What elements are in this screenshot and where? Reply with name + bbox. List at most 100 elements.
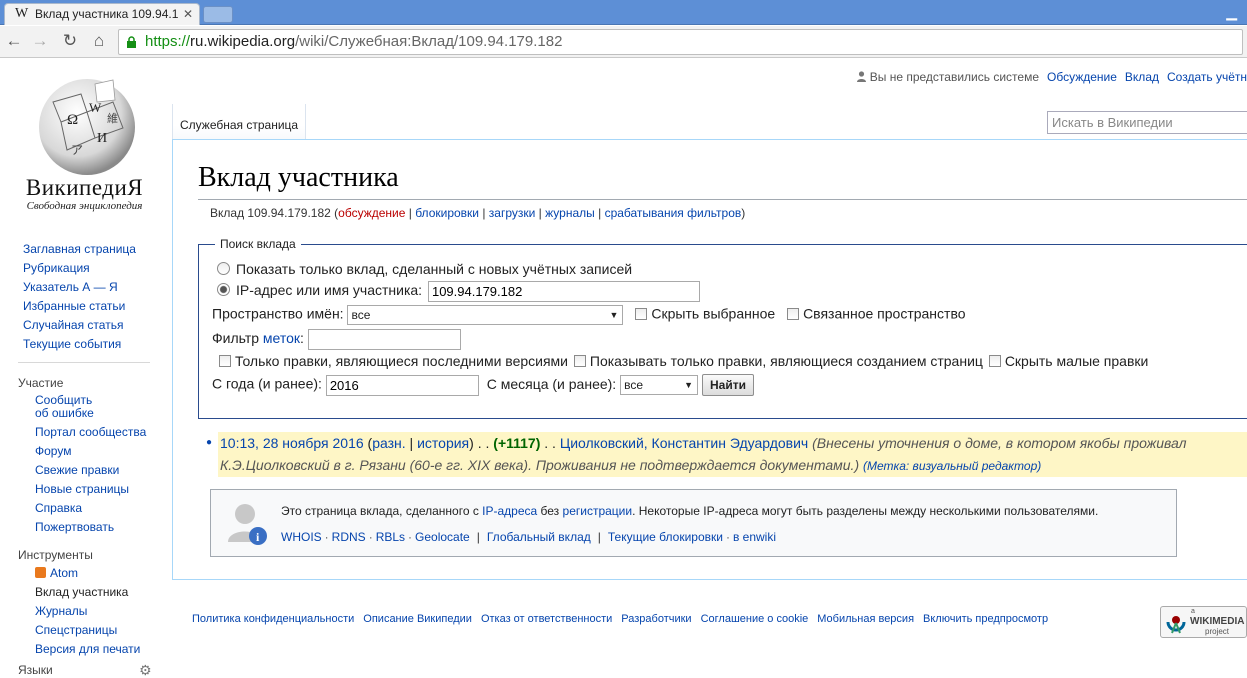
month-select[interactable]: все ▼: [620, 375, 699, 395]
only-new-pages-checkbox[interactable]: [573, 355, 586, 367]
ip-notice-part3: без: [537, 504, 563, 518]
footer-cookie-link[interactable]: Соглашение о cookie: [701, 613, 809, 625]
subtitle-uploads-link[interactable]: загрузки: [489, 206, 536, 220]
radio-ip[interactable]: [217, 283, 230, 297]
contribution-diff-link[interactable]: разн.: [372, 435, 405, 451]
sidebar-item-logs[interactable]: Журналы: [0, 602, 170, 621]
wikipedia-globe-logo[interactable]: Ω W И ア 維: [33, 72, 141, 177]
browser-toolbar: ← → ↻ ⌂ https://ru.wikipedia.org/wiki/Сл…: [0, 26, 1247, 58]
separator: ·: [725, 530, 730, 544]
subtitle-filter-link[interactable]: срабатывания фильтров: [605, 206, 742, 220]
sidebar-item-index[interactable]: Указатель А — Я: [0, 278, 170, 297]
content-area: Вклад участника Вклад 109.94.179.182 (об…: [172, 139, 1247, 580]
contribution-tag[interactable]: (Метка: визуальный редактор): [863, 459, 1041, 473]
anonymous-user-info-icon: i: [228, 504, 267, 545]
footer-privacy-link[interactable]: Политика конфиденциальности: [192, 613, 354, 625]
row-checkboxes: Только правки, являющиеся последними вер…: [217, 353, 1148, 369]
find-button[interactable]: Найти: [701, 374, 754, 396]
current-blocks-link[interactable]: Текущие блокировки: [608, 530, 723, 544]
contribution-article-link[interactable]: Циолковский, Константин Эдуардович: [560, 435, 808, 451]
radio-new-accounts[interactable]: [217, 262, 230, 275]
sidebar-item-community-portal[interactable]: Портал сообщества: [0, 423, 170, 442]
sidebar-item-featured[interactable]: Избранные статьи: [0, 297, 170, 316]
wikipedia-favicon-icon: W: [15, 6, 29, 21]
subtitle-suffix: ): [741, 206, 746, 220]
sidebar-item-recent-changes[interactable]: Свежие правки: [0, 461, 170, 480]
global-contribs-link[interactable]: Глобальный вклад: [487, 530, 591, 544]
namespace-select[interactable]: все ▼: [347, 305, 624, 325]
subtitle-logs-link[interactable]: журналы: [545, 206, 595, 220]
contribs-link[interactable]: Вклад: [1125, 70, 1159, 84]
separator: |: [476, 530, 480, 544]
sidebar-participation-nav: Сообщить об ошибке Портал сообщества Фор…: [0, 392, 170, 537]
anon-notice: Вы не представились системе: [869, 70, 1039, 84]
hide-selected-checkbox[interactable]: [635, 307, 648, 320]
browser-tab[interactable]: W Вклад участника 109.94.1 ✕: [4, 3, 200, 25]
sidebar-item-donate[interactable]: Пожертвовать: [0, 518, 170, 537]
forward-icon[interactable]: →: [30, 31, 50, 51]
ip-tools-links: WHOIS · RDNS · RBLs · Geolocate | Глобальный вкл…: [281, 530, 776, 544]
subtitle-talk-link[interactable]: обсуждение: [338, 206, 405, 220]
reload-icon[interactable]: ↻: [60, 31, 80, 51]
sidebar-item-random[interactable]: Случайная статья: [0, 316, 170, 335]
sidebar-item-current-events[interactable]: Текущие события: [0, 335, 170, 354]
ip-address-link[interactable]: IP-адреса: [482, 504, 537, 518]
radio-new-accounts-label: Показать только вклад, сделанный с новых…: [236, 261, 633, 277]
contribution-timestamp-link[interactable]: 10:13, 28 ноября 2016: [220, 435, 364, 451]
sidebar-item-atom-label: Atom: [50, 566, 79, 580]
window-minimize-icon[interactable]: ▁: [1226, 4, 1237, 21]
footer-disclaimer-link[interactable]: Отказ от ответственности: [481, 613, 612, 625]
lock-icon: [127, 36, 136, 48]
contribution-history-link[interactable]: история: [417, 435, 469, 451]
whois-link[interactable]: WHOIS: [281, 530, 322, 544]
sidebar-item-main-page[interactable]: Заглавная страница: [0, 240, 170, 259]
year-input[interactable]: 2016: [325, 374, 479, 396]
tag-filter-link[interactable]: меток: [263, 330, 300, 346]
sidebar-item-forum[interactable]: Форум: [0, 442, 170, 461]
sidebar-item-atom[interactable]: Atom: [0, 564, 170, 583]
footer-about-link[interactable]: Описание Википедии: [363, 613, 472, 625]
rbls-link[interactable]: RBLs: [376, 530, 405, 544]
sidebar-item-help[interactable]: Справка: [0, 499, 170, 518]
contribs-subtitle: Вклад 109.94.179.182 (обсуждение | блоки…: [210, 206, 746, 220]
gear-icon[interactable]: ⚙: [139, 662, 152, 678]
badge-name-text: WIKIMEDIA: [1190, 616, 1245, 627]
row-namespace: Пространство имён: все ▼ Скрыть выбранное…: [212, 305, 966, 325]
url-host: ru.wikipedia.org: [190, 33, 296, 50]
create-account-link[interactable]: Создать учётн: [1167, 70, 1247, 84]
sidebar-main-nav: Заглавная страница Рубрикация Указатель …: [0, 240, 170, 354]
geolocate-link[interactable]: Geolocate: [415, 530, 470, 544]
footer-mobile-link[interactable]: Мобильная версия: [817, 613, 914, 625]
registration-link[interactable]: регистрации: [563, 504, 633, 518]
talk-link[interactable]: Обсуждение: [1047, 70, 1117, 84]
sidebar-item-special-pages[interactable]: Спецстраницы: [0, 621, 170, 640]
tag-filter-input[interactable]: [307, 329, 461, 350]
svg-text:И: И: [97, 131, 107, 146]
home-icon[interactable]: ⌂: [89, 31, 109, 51]
logo-wordmark[interactable]: ВикипедиЯ: [18, 175, 151, 201]
hide-minor-checkbox[interactable]: [988, 355, 1001, 367]
contribution-size-change: (+1117): [493, 435, 541, 451]
wikimedia-project-badge[interactable]: a WIKIMEDIA project: [1160, 606, 1247, 638]
new-tab-button[interactable]: [203, 6, 233, 23]
sidebar-item-report-error[interactable]: Сообщить об ошибке: [0, 392, 170, 423]
subtitle-blocks-link[interactable]: блокировки: [415, 206, 479, 220]
footer-preview-link[interactable]: Включить предпросмотр: [923, 613, 1048, 625]
back-icon[interactable]: ←: [4, 31, 24, 51]
sidebar-item-print-version[interactable]: Версия для печати: [0, 640, 170, 659]
sidebar-item-new-pages[interactable]: Новые страницы: [0, 480, 170, 499]
footer-developers-link[interactable]: Разработчики: [621, 613, 691, 625]
search-input[interactable]: Искать в Википедии: [1047, 111, 1247, 134]
sidebar-item-categories[interactable]: Рубрикация: [0, 259, 170, 278]
associated-namespace-checkbox[interactable]: [787, 307, 800, 320]
enwiki-link[interactable]: в enwiki: [733, 530, 776, 544]
rdns-link[interactable]: RDNS: [332, 530, 366, 544]
address-bar[interactable]: https://ru.wikipedia.org/wiki/Служебная:…: [118, 29, 1243, 55]
ip-input[interactable]: 109.94.179.182: [427, 281, 700, 302]
only-latest-checkbox[interactable]: [219, 355, 231, 367]
tab-special-page[interactable]: Служебная страница: [172, 104, 307, 140]
sidebar-item-user-contribs[interactable]: Вклад участника: [0, 583, 170, 602]
bullet-icon: ●: [206, 437, 213, 448]
browser-tabstrip: W Вклад участника 109.94.1 ✕ ▁: [0, 0, 1247, 25]
tab-close-icon[interactable]: ✕: [183, 4, 193, 24]
